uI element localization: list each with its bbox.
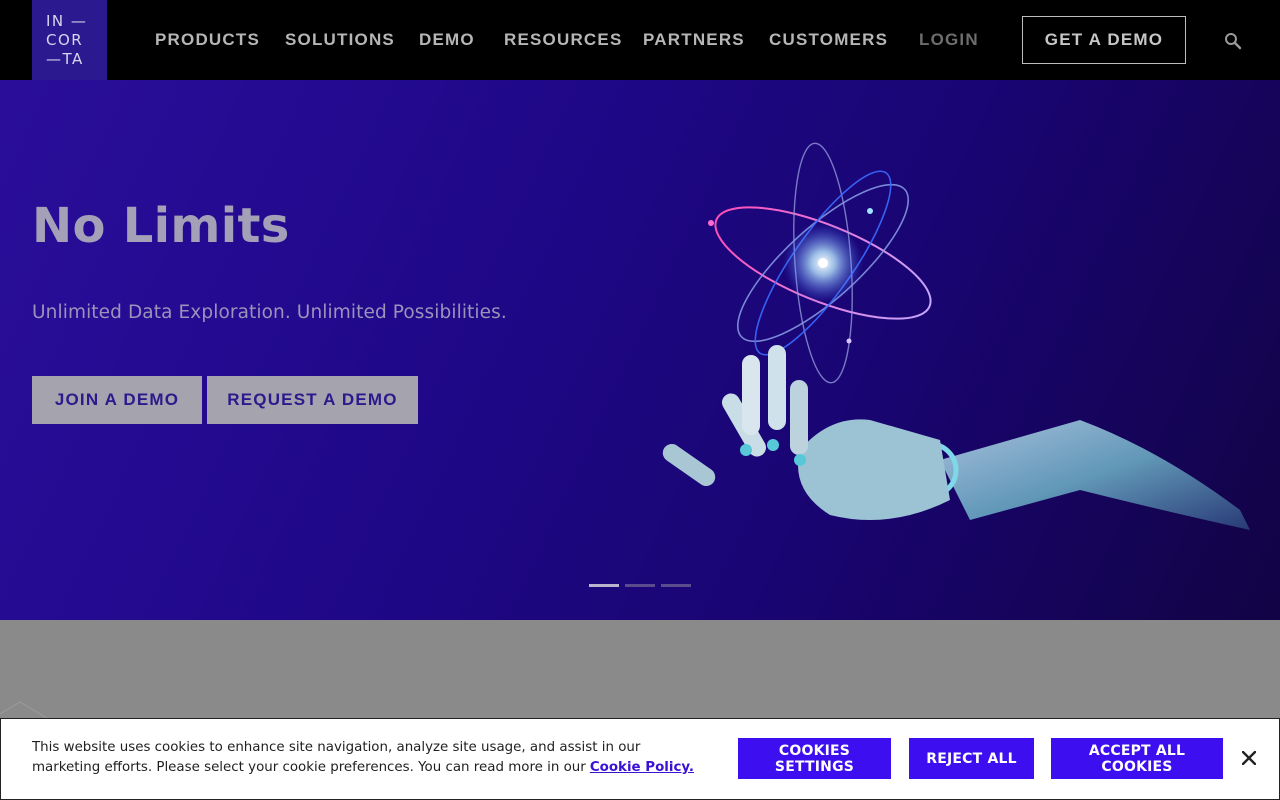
nav-link-partners[interactable]: PARTNERS [643,29,745,51]
close-banner-button[interactable] [1237,746,1261,770]
carousel-dot-1[interactable] [589,584,619,587]
nav-link-solutions[interactable]: SOLUTIONS [285,29,395,51]
cookie-message-text: This website uses cookies to enhance sit… [32,740,641,775]
hero-carousel: No Limits Unlimited Data Exploration. Un… [0,80,1280,620]
hero-title: No Limits [32,198,290,254]
nav-link-customers[interactable]: CUSTOMERS [769,29,888,51]
cookie-policy-link[interactable]: Cookie Policy. [590,760,694,775]
robot-hand-atom-illustration [662,142,1250,530]
logo-line-2: COR [46,30,84,49]
reject-all-button[interactable]: REJECT ALL [909,738,1034,779]
search-icon [1225,33,1242,50]
nav-link-demo[interactable]: DEMO [419,29,475,51]
close-icon [1242,751,1256,765]
cookie-consent-banner: This website uses cookies to enhance sit… [0,718,1280,800]
logo-line-1: IN — [46,11,88,30]
logo-line-3: —TA [46,49,84,68]
request-a-demo-button[interactable]: REQUEST A DEMO [207,376,418,424]
nav-link-products[interactable]: PRODUCTS [155,29,260,51]
accept-all-cookies-button[interactable]: ACCEPT ALL COOKIES [1051,738,1223,779]
join-a-demo-button[interactable]: JOIN A DEMO [32,376,202,424]
search-button[interactable] [1220,28,1246,54]
incorta-logo[interactable]: IN — COR —TA [32,0,107,80]
nav-link-resources[interactable]: RESOURCES [504,29,623,51]
login-link[interactable]: LOGIN [919,29,979,51]
cookies-settings-button[interactable]: COOKIES SETTINGS [738,738,891,779]
carousel-dot-2[interactable] [625,584,655,587]
next-section [0,620,1280,721]
carousel-dot-3[interactable] [661,584,691,587]
get-a-demo-button[interactable]: GET A DEMO [1022,16,1186,64]
hero-subtitle: Unlimited Data Exploration. Unlimited Po… [32,302,507,323]
top-navigation: IN — COR —TA PRODUCTS SOLUTIONS DEMO RES… [0,0,1280,80]
cookie-message: This website uses cookies to enhance sit… [32,738,702,778]
